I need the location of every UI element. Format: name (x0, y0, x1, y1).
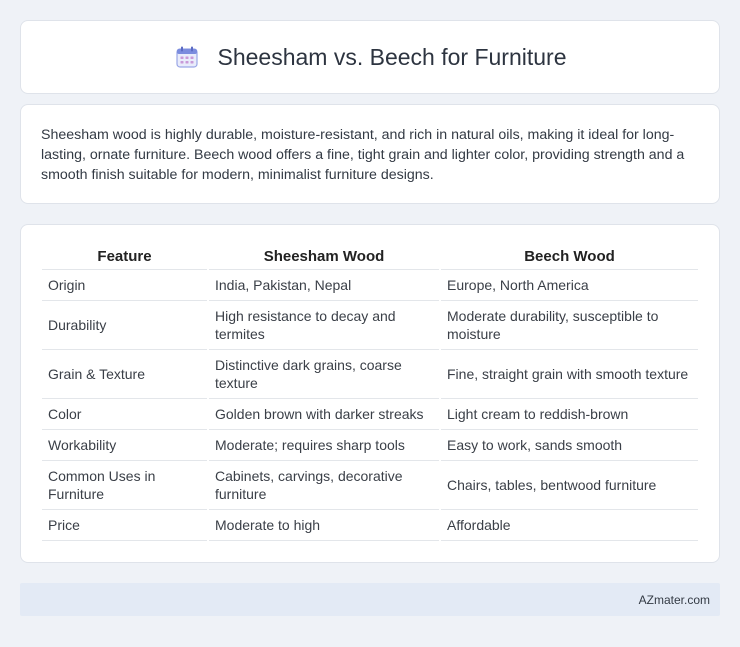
title-wrap: Sheesham vs. Beech for Furniture (174, 44, 567, 71)
table-row: Common Uses in Furniture Cabinets, carvi… (42, 460, 698, 510)
beech-cell: Light cream to reddish-brown (439, 398, 698, 430)
sheesham-cell: Cabinets, carvings, decorative furniture (207, 460, 440, 510)
header-sheesham: Sheesham Wood (207, 247, 440, 270)
table-row: Origin India, Pakistan, Nepal Europe, No… (42, 269, 698, 301)
sheesham-cell: Golden brown with darker streaks (207, 398, 440, 430)
footer-site-label: AZmater.com (638, 592, 710, 607)
sheesham-cell: Distinctive dark grains, coarse texture (207, 349, 440, 399)
beech-cell: Europe, North America (439, 269, 698, 301)
feature-cell: Origin (42, 269, 208, 301)
intro-card: Sheesham wood is highly durable, moistur… (20, 104, 720, 204)
beech-cell: Affordable (439, 509, 698, 541)
table-header-row: Feature Sheesham Wood Beech Wood (42, 247, 698, 270)
feature-cell: Workability (42, 429, 208, 461)
table-row: Grain & Texture Distinctive dark grains,… (42, 349, 698, 399)
sheesham-cell: High resistance to decay and termites (207, 300, 440, 350)
page-title: Sheesham vs. Beech for Furniture (217, 43, 567, 70)
feature-cell: Grain & Texture (42, 349, 208, 399)
sheesham-cell: Moderate; requires sharp tools (207, 429, 440, 461)
feature-cell: Color (42, 398, 208, 430)
table-row: Price Moderate to high Affordable (42, 509, 698, 541)
beech-cell: Chairs, tables, bentwood furniture (439, 460, 698, 510)
intro-paragraph: Sheesham wood is highly durable, moistur… (41, 127, 685, 183)
footer: AZmater.com (20, 583, 720, 616)
header-feature: Feature (42, 247, 208, 270)
comparison-card: Feature Sheesham Wood Beech Wood Origin … (20, 224, 720, 563)
beech-cell: Moderate durability, susceptible to mois… (439, 300, 698, 350)
feature-cell: Durability (42, 300, 208, 350)
table-row: Color Golden brown with darker streaks L… (42, 398, 698, 430)
beech-cell: Easy to work, sands smooth (439, 429, 698, 461)
header-beech: Beech Wood (439, 247, 698, 270)
calendar-icon (174, 44, 200, 70)
sheesham-cell: Moderate to high (207, 509, 440, 541)
feature-cell: Price (42, 509, 208, 541)
comparison-table: Feature Sheesham Wood Beech Wood Origin … (42, 247, 698, 541)
table-row: Durability High resistance to decay and … (42, 300, 698, 350)
title-card: Sheesham vs. Beech for Furniture (20, 20, 720, 94)
feature-cell: Common Uses in Furniture (42, 460, 208, 510)
table-row: Workability Moderate; requires sharp too… (42, 429, 698, 461)
beech-cell: Fine, straight grain with smooth texture (439, 349, 698, 399)
sheesham-cell: India, Pakistan, Nepal (207, 269, 440, 301)
